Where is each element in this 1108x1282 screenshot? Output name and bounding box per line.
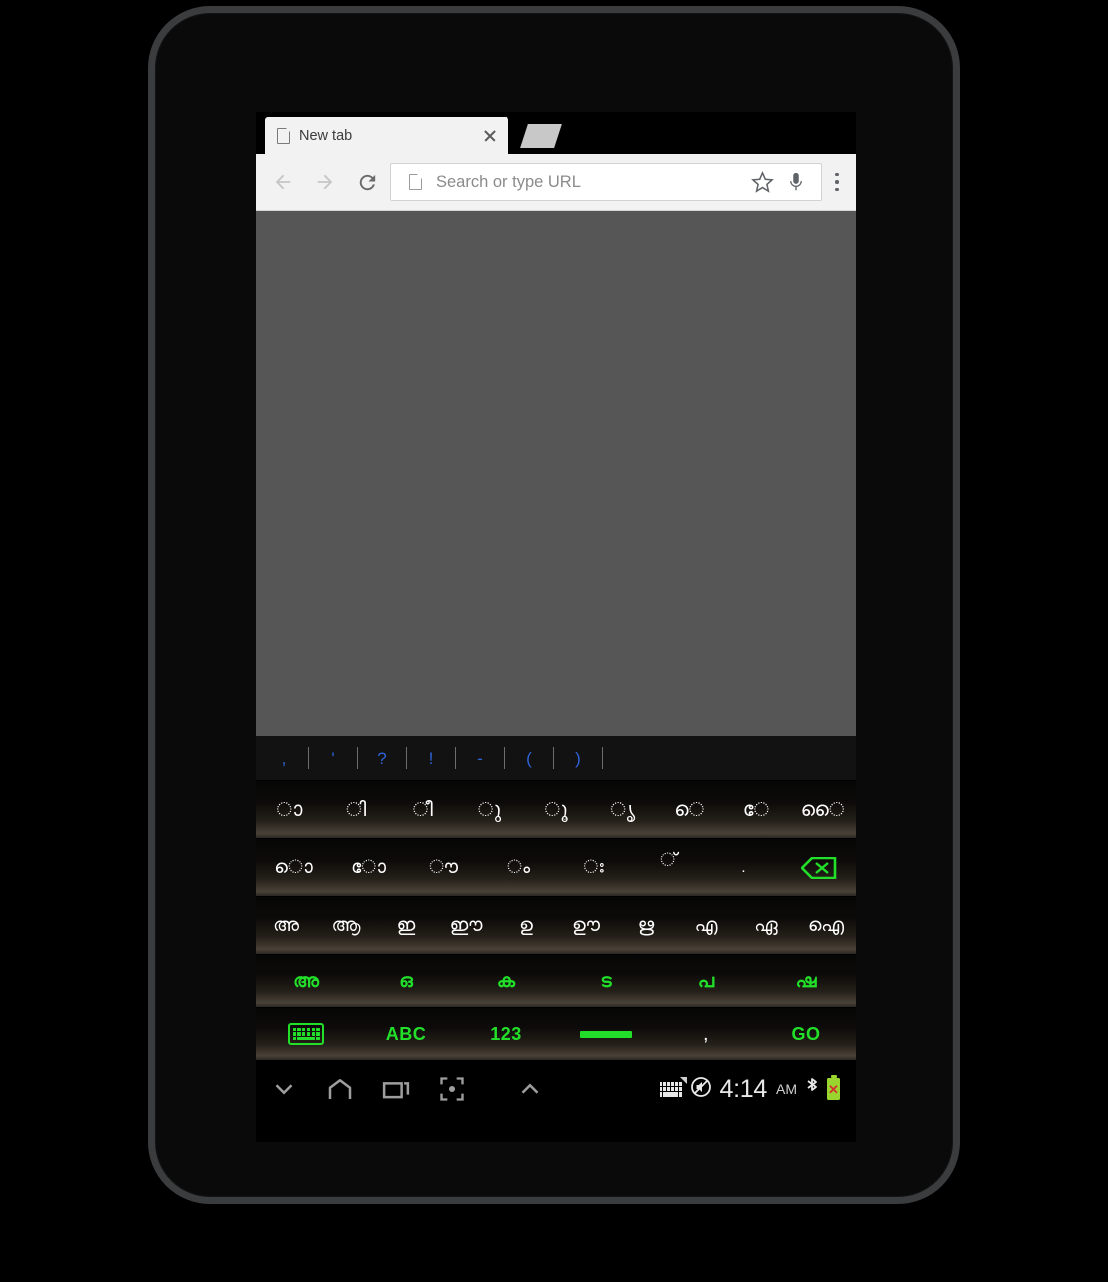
key-abc[interactable]: ABC — [356, 1008, 456, 1060]
close-icon[interactable] — [480, 126, 500, 146]
key-chandrakkala-label: ് — [660, 850, 677, 871]
forward-arrow-icon[interactable] — [304, 161, 346, 203]
key-vowel-uu[interactable]: ഊ — [556, 897, 616, 954]
divider — [553, 747, 554, 769]
key-visarga[interactable]: ഃ — [556, 839, 631, 896]
key-go[interactable]: GO — [756, 1008, 856, 1060]
tab-title: New tab — [299, 127, 353, 144]
keyboard-row-consonant-groups: അ ഒ ക ട പ ഷ — [256, 955, 856, 1008]
divider — [602, 747, 603, 769]
key-vowelsign-ii[interactable]: ീ — [389, 781, 457, 838]
key-chandrakkala[interactable]: ് — [631, 839, 706, 896]
key-vowel-ii[interactable]: ഈ — [436, 897, 496, 954]
keyboard-status-icon — [659, 1076, 687, 1097]
key-backspace[interactable] — [781, 839, 856, 896]
suggestion-hyphen[interactable]: - — [468, 750, 492, 767]
divider — [357, 747, 358, 769]
key-vowelsign-i[interactable]: ി — [322, 781, 390, 838]
key-group-ka[interactable]: ക — [456, 955, 556, 1007]
key-anusvara[interactable]: ം — [481, 839, 556, 896]
screenshot-icon[interactable] — [424, 1061, 480, 1117]
reload-icon[interactable] — [346, 161, 388, 203]
divider — [455, 747, 456, 769]
browser-toolbar: Search or type URL — [256, 154, 856, 211]
key-vowelsign-uu[interactable]: ൂ — [522, 781, 590, 838]
star-icon[interactable] — [745, 165, 779, 199]
divider — [308, 747, 309, 769]
key-vowelsign-aa[interactable]: ാ — [256, 781, 323, 838]
key-vowelsign-ai[interactable]: ൈ — [789, 781, 856, 838]
keyboard-row-vowel-signs: ാ ി ീ ു ൂ ൃ െ േ ൈ — [256, 781, 856, 839]
browser-tab[interactable]: New tab — [265, 117, 508, 154]
keyboard-icon — [288, 1023, 324, 1045]
clock-meridiem: AM — [776, 1081, 797, 1097]
key-group-a[interactable]: അ — [256, 955, 356, 1007]
chevron-down-icon[interactable] — [256, 1061, 312, 1117]
search-input[interactable]: Search or type URL — [436, 173, 745, 192]
clock-time: 4:14 — [719, 1074, 768, 1103]
key-vowel-a[interactable]: അ — [256, 897, 316, 954]
suggestion-paren-close[interactable]: ) — [566, 750, 590, 767]
battery-x-mark: ✕ — [828, 1081, 839, 1097]
key-vowelsign-u[interactable]: ു — [456, 781, 523, 838]
suggestion-apostrophe[interactable]: ' — [321, 750, 345, 767]
divider — [504, 747, 505, 769]
web-content-area — [256, 211, 856, 736]
key-vowelsign-ee[interactable]: േ — [722, 781, 790, 838]
home-icon[interactable] — [312, 1061, 368, 1117]
key-period[interactable]: . — [706, 839, 781, 896]
malayalam-keyboard: , ' ? ! - ( ) ാ ി ീ ു ൂ ൃ െ േ ൈ ൊ ോ ൗ ം … — [256, 736, 856, 1061]
keyboard-function-row: ABC 123 , GO — [256, 1008, 856, 1061]
key-vowel-u[interactable]: ഉ — [496, 897, 556, 954]
key-period-label: . — [741, 859, 746, 876]
battery-error-icon: ✕ — [827, 1075, 840, 1100]
key-comma-label: , — [702, 1023, 710, 1045]
new-tab-button[interactable] — [520, 124, 562, 148]
key-group-sha[interactable]: ഷ — [756, 955, 856, 1007]
key-comma[interactable]: , — [656, 1008, 756, 1060]
suggestion-paren-open[interactable]: ( — [517, 750, 541, 767]
key-group-pa[interactable]: പ — [656, 955, 756, 1007]
keyboard-row-independent-vowels: അ ആ ഇ ഈ ഉ ഊ ഋ എ ഏ ഐ — [256, 897, 856, 955]
suggestion-exclamation[interactable]: ! — [419, 750, 443, 767]
key-vowel-ai[interactable]: ഐ — [796, 897, 856, 954]
key-vowel-ee[interactable]: ഏ — [736, 897, 796, 954]
key-vowel-e[interactable]: എ — [676, 897, 736, 954]
recent-apps-icon[interactable] — [368, 1061, 424, 1117]
key-vowelsign-vocalic-r[interactable]: ൃ — [589, 781, 657, 838]
back-arrow-icon[interactable] — [262, 161, 304, 203]
key-space[interactable] — [556, 1008, 656, 1060]
key-vowelsign-au[interactable]: ൗ — [406, 839, 481, 896]
key-numeric[interactable]: 123 — [456, 1008, 556, 1060]
suggestion-comma[interactable]: , — [272, 750, 296, 767]
keyboard-row-vowel-signs-2: ൊ ോ ൗ ം ഃ ് . — [256, 839, 856, 897]
bluetooth-icon — [804, 1075, 820, 1104]
backspace-icon — [799, 856, 837, 879]
punctuation-suggestion-strip: , ' ? ! - ( ) — [256, 736, 856, 781]
device-screen: New tab Search or type URL , ' ? ! - ()… — [256, 112, 856, 1142]
key-vowelsign-oo[interactable]: ോ — [331, 839, 406, 896]
tab-strip: New tab — [256, 112, 856, 154]
key-vowel-aa[interactable]: ആ — [316, 897, 376, 954]
key-vowelsign-o[interactable]: ൊ — [256, 839, 331, 896]
divider — [406, 747, 407, 769]
suggestion-question[interactable]: ? — [370, 750, 394, 767]
key-vowelsign-e[interactable]: െ — [656, 781, 723, 838]
omnibox[interactable]: Search or type URL — [390, 163, 822, 201]
microphone-icon[interactable] — [779, 165, 813, 199]
key-switch-keyboard[interactable] — [256, 1008, 356, 1060]
key-vowel-vocalic-r[interactable]: ഋ — [616, 897, 676, 954]
page-icon — [409, 173, 423, 190]
no-sound-icon — [689, 1075, 713, 1104]
status-area: 4:14 AM ✕ — [659, 1074, 856, 1104]
spacebar-indicator — [580, 1030, 632, 1038]
chevron-up-icon[interactable] — [502, 1061, 558, 1117]
system-navigation-bar: 4:14 AM ✕ — [256, 1061, 856, 1117]
key-group-tta[interactable]: ട — [556, 955, 656, 1007]
overflow-menu-icon[interactable] — [824, 161, 850, 203]
key-group-o[interactable]: ഒ — [356, 955, 456, 1007]
page-icon — [277, 127, 291, 144]
key-vowel-i[interactable]: ഇ — [376, 897, 436, 954]
